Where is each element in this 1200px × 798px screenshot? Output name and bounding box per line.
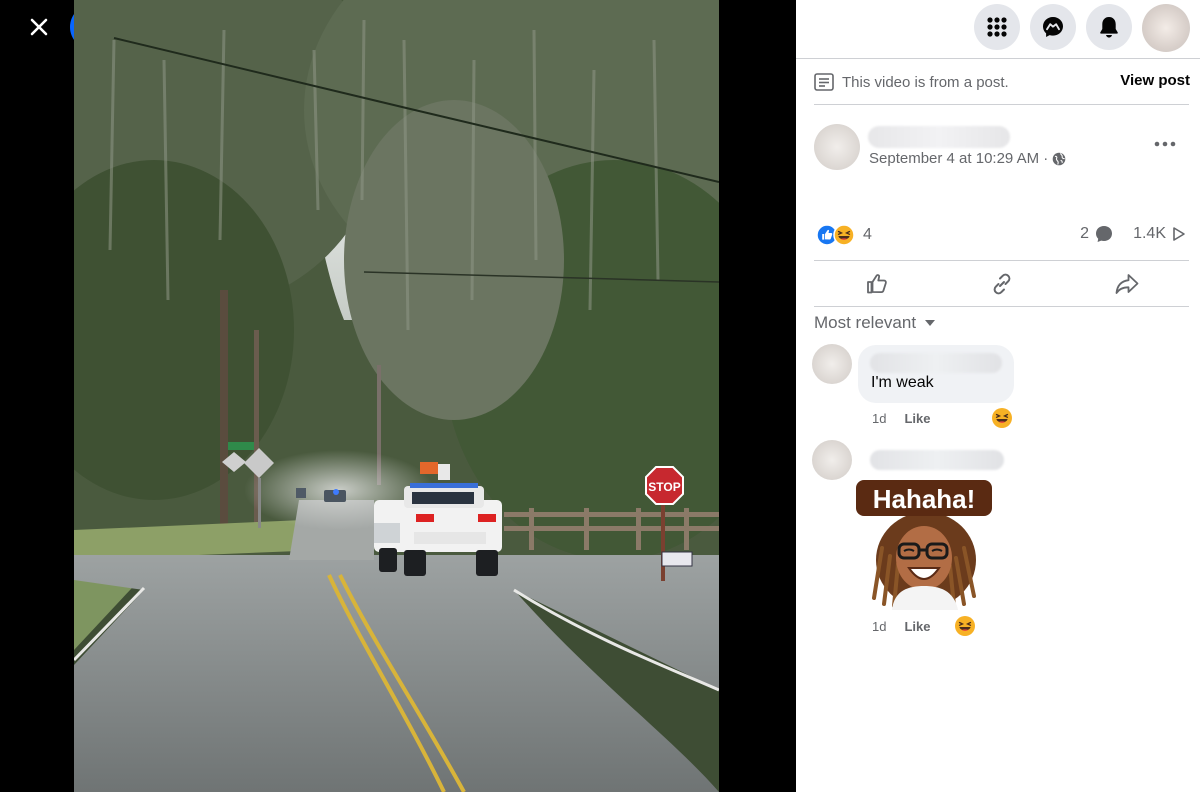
commenter-avatar[interactable] <box>812 440 852 480</box>
haha-reaction-icon <box>833 224 855 246</box>
haha-sticker[interactable]: Hahaha! <box>854 478 996 610</box>
bell-icon <box>1100 17 1118 38</box>
link-icon <box>993 273 1011 295</box>
haha-reaction-icon[interactable] <box>991 407 1013 429</box>
profile-avatar[interactable] <box>1142 4 1190 52</box>
post-notice: This video is from a post. View post <box>814 70 1190 94</box>
comment-time[interactable]: 1d <box>872 619 886 634</box>
copy-link-button[interactable] <box>939 262 1064 306</box>
share-arrow-icon <box>1115 274 1139 294</box>
comment-sort-dropdown[interactable]: Most relevant <box>814 313 936 333</box>
caret-down-icon <box>925 320 936 326</box>
comment-time[interactable]: 1d <box>872 411 886 426</box>
author-name-redacted[interactable] <box>868 126 1010 148</box>
thumbs-up-icon <box>866 274 887 294</box>
globe-icon <box>1052 152 1066 165</box>
post-icon <box>814 72 834 92</box>
close-button[interactable] <box>22 10 56 44</box>
actions-divider <box>814 306 1189 307</box>
more-dots-icon <box>1154 141 1176 147</box>
comment-bubble: I'm weak <box>858 345 1014 403</box>
comment-like-button[interactable]: Like <box>904 619 930 634</box>
commenter-name-redacted[interactable] <box>870 353 1002 373</box>
notifications-button[interactable] <box>1086 4 1132 50</box>
author-avatar[interactable] <box>814 124 860 170</box>
header-divider <box>796 58 1200 59</box>
post-timestamp[interactable]: September 4 at 10:29 AM · <box>869 150 1048 167</box>
stats-divider <box>814 260 1189 261</box>
comment-like-button[interactable]: Like <box>904 411 930 426</box>
messenger-button[interactable] <box>1030 4 1076 50</box>
commenter-name-redacted[interactable] <box>870 450 1004 470</box>
notice-divider <box>814 104 1189 105</box>
commenter-avatar[interactable] <box>812 344 852 384</box>
comment-meta: 1d Like <box>872 411 930 426</box>
comment-meta: 1d Like <box>872 619 930 634</box>
video-player[interactable]: STOP <box>74 0 719 792</box>
notice-text: This video is from a post. <box>842 73 1009 91</box>
svg-text:STOP: STOP <box>648 480 680 494</box>
view-count[interactable]: 1.4K <box>1133 225 1166 243</box>
close-icon <box>30 18 48 36</box>
play-icon <box>1173 227 1185 241</box>
like-button[interactable] <box>814 262 939 306</box>
more-options-button[interactable] <box>1150 132 1180 156</box>
grid-menu-icon <box>987 17 1007 37</box>
media-viewer: STOP <box>0 0 796 792</box>
laughing-avatar-sticker: Hahaha! <box>856 480 992 610</box>
post-meta: September 4 at 10:29 AM · <box>869 150 1066 167</box>
share-button[interactable] <box>1065 262 1190 306</box>
messenger-icon <box>1043 17 1063 37</box>
video-frame: STOP <box>74 0 719 792</box>
menu-button[interactable] <box>974 4 1020 50</box>
reaction-summary[interactable]: 4 <box>816 224 872 246</box>
post-actions <box>814 262 1190 306</box>
comment-count[interactable]: 2 <box>1080 225 1089 243</box>
post-stats: 2 1.4K <box>1080 225 1186 243</box>
post-panel: This video is from a post. View post Sep… <box>796 0 1200 798</box>
haha-reaction-icon[interactable] <box>954 615 976 637</box>
reaction-count: 4 <box>863 226 872 243</box>
top-navigation <box>974 4 1190 52</box>
comment-text: I'm weak <box>871 374 934 391</box>
comment-bubble-icon <box>1096 226 1113 242</box>
sticker-text: Hahaha! <box>873 484 976 514</box>
comment-sort-label: Most relevant <box>814 313 917 332</box>
view-post-link[interactable]: View post <box>1120 72 1190 89</box>
